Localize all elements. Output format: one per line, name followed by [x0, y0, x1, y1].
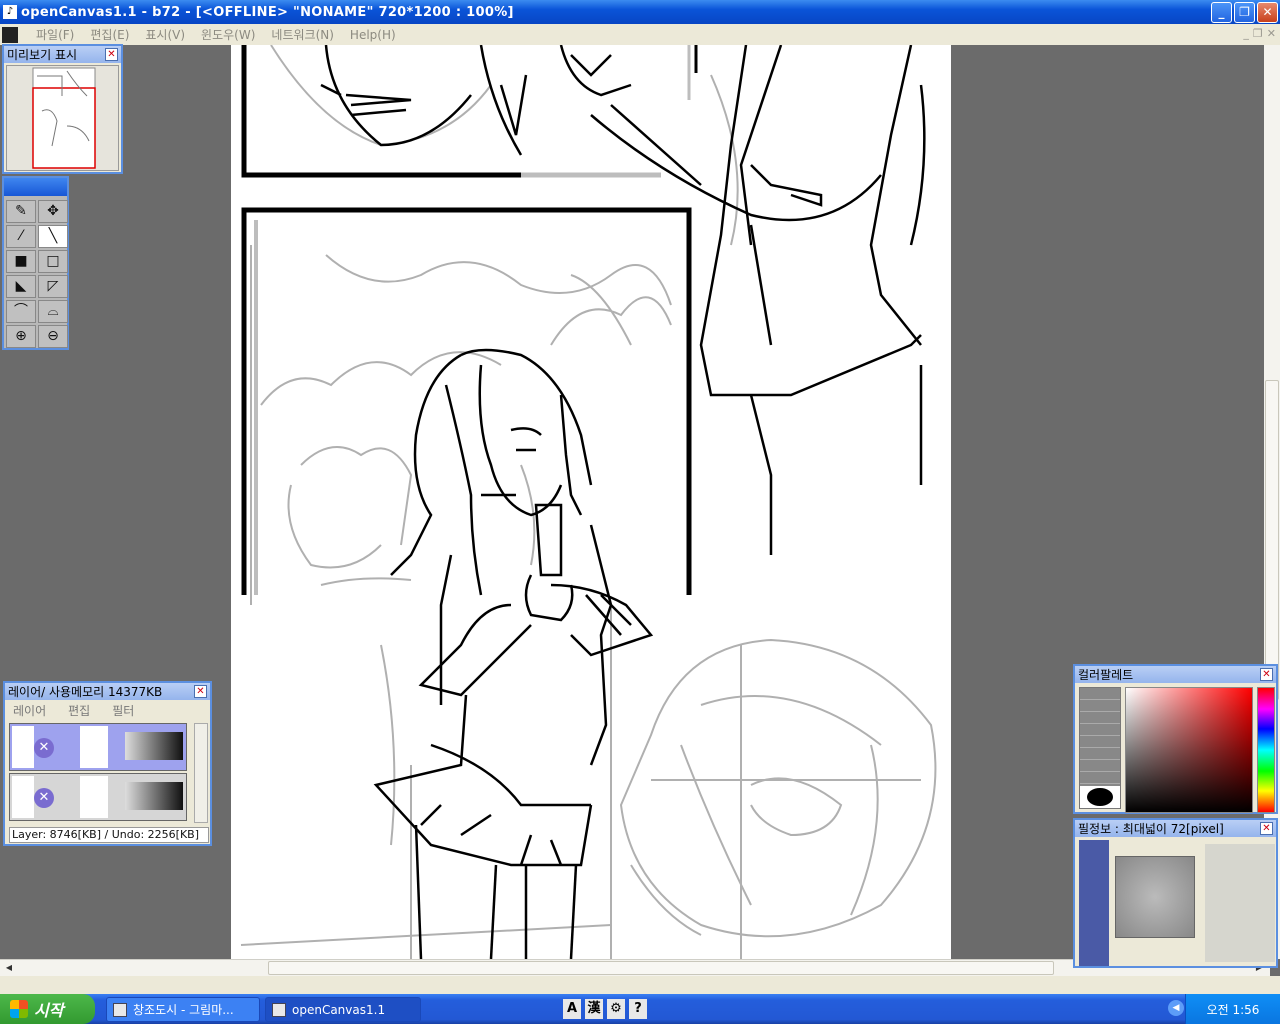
- tool-palette: ✎ ✥ ⁄ ╲ ■ □ ◣ ◸ ⌒ ⌓ ⊕ ⊖: [2, 176, 69, 350]
- layers-menu-edit[interactable]: 편집: [68, 702, 90, 718]
- ime-english-icon[interactable]: A: [563, 999, 581, 1019]
- sketch-artwork: [240, 45, 937, 959]
- white-fill-tool-icon[interactable]: □: [38, 250, 68, 273]
- brush-type-selector[interactable]: [1079, 840, 1109, 966]
- brush-info-panel: 필정보 : 최대넓이 72[pixel] ✕: [1073, 818, 1278, 968]
- taskbar-item-opencanvas[interactable]: openCanvas1.1: [265, 997, 421, 1022]
- current-color-swatch[interactable]: [1087, 788, 1113, 806]
- swatch-grid[interactable]: [1080, 688, 1120, 786]
- tray-expand-icon[interactable]: ◀: [1168, 1000, 1184, 1016]
- layers-menu-layer[interactable]: 레이어: [13, 702, 46, 718]
- app-icon[interactable]: ♪: [3, 5, 17, 19]
- tool-palette-header[interactable]: [4, 178, 67, 196]
- taskbar-item-label: openCanvas1.1: [292, 1002, 386, 1017]
- zoom-out-tool-icon[interactable]: ⊖: [38, 325, 68, 348]
- start-label: 시작: [34, 1001, 64, 1020]
- preview-panel-title: 미리보기 표시: [7, 48, 78, 62]
- preview-panel: 미리보기 표시 ✕: [2, 44, 123, 174]
- ime-settings-icon[interactable]: ⚙: [607, 999, 625, 1019]
- browser-icon: [113, 1002, 127, 1017]
- ime-help-icon[interactable]: ?: [629, 999, 647, 1019]
- menu-network[interactable]: 네트워크(N): [263, 26, 342, 43]
- mdi-close-button[interactable]: ✕: [1267, 27, 1276, 40]
- tool-grid: ✎ ✥ ⁄ ╲ ■ □ ◣ ◸ ⌒ ⌓ ⊕ ⊖: [4, 196, 68, 352]
- document-icon[interactable]: [2, 26, 18, 43]
- vertical-scroll-thumb[interactable]: [1265, 380, 1279, 700]
- brush-info-header[interactable]: 필정보 : 최대넓이 72[pixel] ✕: [1075, 820, 1276, 837]
- layer-row[interactable]: ✕: [9, 723, 187, 771]
- layer-delete-icon[interactable]: ✕: [34, 788, 54, 808]
- layer-opacity-gradient[interactable]: [125, 782, 183, 810]
- start-button[interactable]: 시작: [0, 994, 95, 1024]
- horizontal-scroll-thumb[interactable]: [268, 961, 1054, 975]
- taskbar-item-browser[interactable]: 창조도시 - 그림마...: [106, 997, 260, 1022]
- system-tray: ◀ 오전 1:56: [1168, 994, 1280, 1024]
- hue-slider[interactable]: [1257, 687, 1275, 813]
- layers-menu: 레이어 편집 필터: [5, 700, 210, 720]
- brush-preview: [1115, 856, 1195, 938]
- mdi-minimize-button[interactable]: _: [1243, 27, 1249, 40]
- color-palette-title: 컬러팔레트: [1078, 668, 1134, 682]
- layer-memory-status: Layer: 8746[KB] / Undo: 2256[KB]: [9, 827, 209, 843]
- taskbar: 시작 창조도시 - 그림마... openCanvas1.1 A 漢 ⚙ ? ◀…: [0, 994, 1280, 1024]
- menu-view[interactable]: 표시(V): [137, 26, 193, 43]
- mdi-restore-button[interactable]: ❐: [1253, 27, 1263, 40]
- pen-tool-icon[interactable]: ✎: [6, 200, 36, 223]
- layers-panel: 레이어/ 사용메모리 14377KB ✕ 레이어 편집 필터 ✕ ✕ Layer…: [3, 681, 212, 846]
- preview-image: [32, 67, 96, 169]
- close-button[interactable]: ✕: [1257, 2, 1278, 23]
- menu-file[interactable]: 파일(F): [28, 26, 82, 43]
- layer-thumbnail: [12, 776, 34, 818]
- color-swatches[interactable]: [1079, 687, 1121, 809]
- curve-tool-icon[interactable]: ⌒: [6, 300, 36, 323]
- clock[interactable]: 오전 1:56: [1207, 1001, 1260, 1018]
- scroll-left-icon[interactable]: ◀: [2, 961, 16, 975]
- layers-menu-filter[interactable]: 필터: [112, 702, 134, 718]
- title-bar: ♪ openCanvas1.1 - b72 - [<OFFLINE> "NONA…: [0, 0, 1280, 24]
- preview-thumbnail[interactable]: [6, 65, 119, 171]
- color-palette-header[interactable]: 컬러팔레트 ✕: [1075, 666, 1276, 683]
- drawing-canvas[interactable]: [231, 45, 951, 959]
- layers-close-icon[interactable]: ✕: [194, 685, 207, 698]
- taskbar-item-label: 창조도시 - 그림마...: [133, 1003, 234, 1017]
- color-palette-panel: 컬러팔레트 ✕: [1073, 664, 1278, 814]
- brush-info-title: 필정보 : 최대넓이 72[pixel]: [1078, 822, 1224, 836]
- preview-close-icon[interactable]: ✕: [105, 48, 118, 61]
- lasso-tool-icon[interactable]: ◸: [38, 275, 68, 298]
- windows-flag-icon: [10, 1000, 28, 1018]
- layer-thumbnail: [12, 726, 34, 768]
- layer-row[interactable]: ✕: [9, 773, 187, 821]
- layers-scrollbar[interactable]: [194, 723, 208, 823]
- ime-hanja-icon[interactable]: 漢: [585, 999, 603, 1019]
- saturation-value-picker[interactable]: [1125, 687, 1253, 813]
- brush-controls[interactable]: [1205, 844, 1275, 962]
- window-title: openCanvas1.1 - b72 - [<OFFLINE> "NONAME…: [21, 4, 514, 20]
- menu-help[interactable]: Help(H): [342, 28, 404, 42]
- status-strip: [0, 976, 1280, 994]
- layer-opacity-gradient[interactable]: [125, 732, 183, 760]
- menu-bar: 파일(F) 편집(E) 표시(V) 윈도우(W) 네트워크(N) Help(H)…: [0, 24, 1280, 45]
- menu-window[interactable]: 윈도우(W): [193, 26, 263, 43]
- minimize-button[interactable]: _: [1211, 2, 1232, 23]
- color-palette-close-icon[interactable]: ✕: [1260, 668, 1273, 681]
- layers-panel-header[interactable]: 레이어/ 사용메모리 14377KB ✕: [5, 683, 210, 700]
- ime-bar: A 漢 ⚙ ?: [563, 999, 647, 1019]
- move-tool-icon[interactable]: ✥: [38, 200, 68, 223]
- zoom-in-tool-icon[interactable]: ⊕: [6, 325, 36, 348]
- lasso-fill-tool-icon[interactable]: ◣: [6, 275, 36, 298]
- opencanvas-icon: [272, 1002, 286, 1017]
- eyedropper-tool-icon[interactable]: ⁄: [6, 225, 36, 248]
- curve2-tool-icon[interactable]: ⌓: [38, 300, 68, 323]
- brush-info-close-icon[interactable]: ✕: [1260, 822, 1273, 835]
- restore-button[interactable]: ❐: [1234, 2, 1255, 23]
- layer-preview: [80, 776, 108, 818]
- layer-delete-icon[interactable]: ✕: [34, 738, 54, 758]
- preview-panel-header[interactable]: 미리보기 표시 ✕: [4, 46, 121, 63]
- menu-edit[interactable]: 편집(E): [82, 26, 137, 43]
- black-fill-tool-icon[interactable]: ■: [6, 250, 36, 273]
- line-tool-icon[interactable]: ╲: [38, 225, 68, 248]
- layers-panel-title: 레이어/ 사용메모리 14377KB: [8, 685, 163, 699]
- layer-preview: [80, 726, 108, 768]
